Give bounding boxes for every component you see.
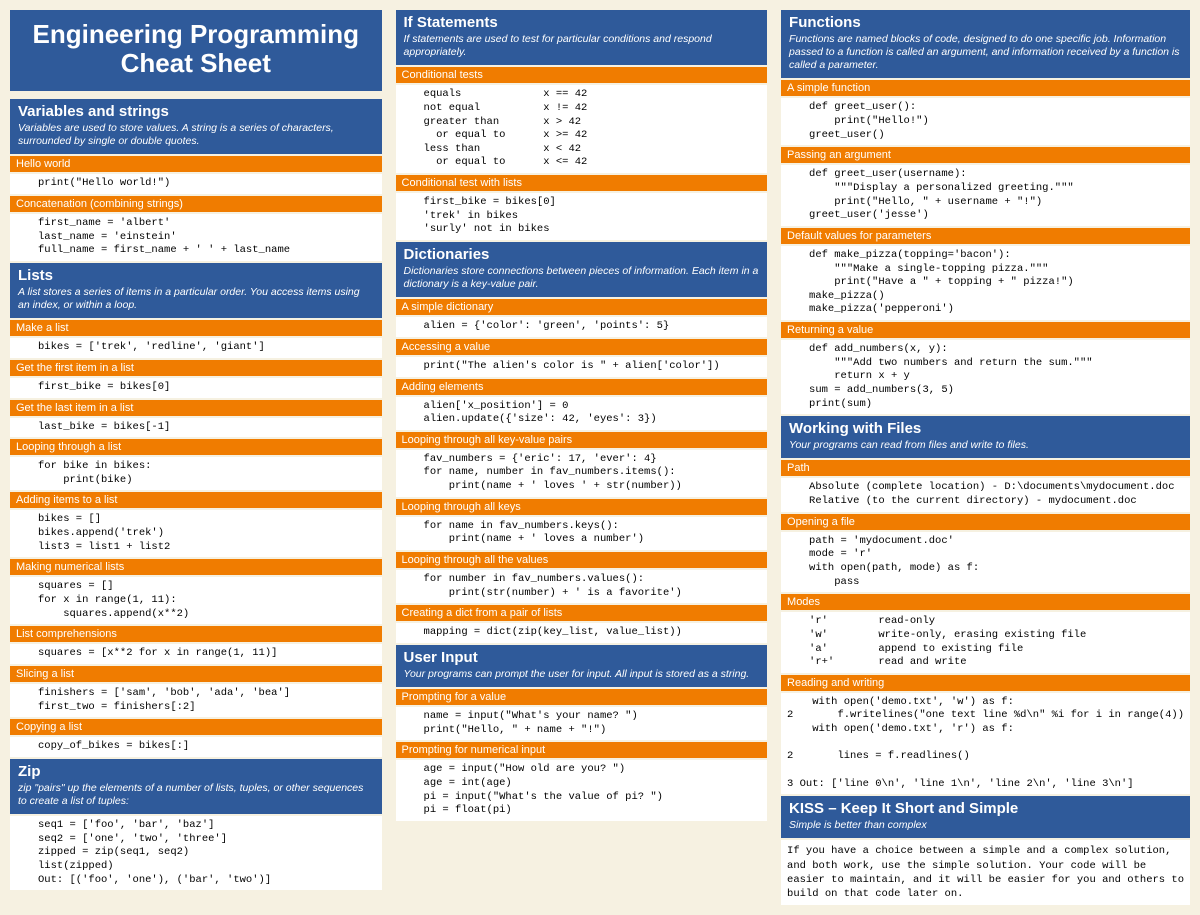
section-title: Working with Files: [789, 420, 1182, 437]
sub-kv-loop: Looping through all key-value pairs: [396, 432, 768, 448]
section-dict: Dictionaries Dictionaries store connecti…: [396, 242, 768, 297]
code-simple-dict: alien = {'color': 'green', 'points': 5}: [396, 317, 768, 337]
sub-return: Returning a value: [781, 322, 1190, 338]
code-first-item: first_bike = bikes[0]: [10, 378, 382, 398]
section-functions: Functions Functions are named blocks of …: [781, 10, 1190, 78]
section-desc: zip "pairs" up the elements of a number …: [18, 782, 374, 808]
section-variables: Variables and strings Variables are used…: [10, 99, 382, 154]
code-simple-fn: def greet_user(): print("Hello!") greet_…: [781, 98, 1190, 145]
code-path: Absolute (complete location) - D:\docume…: [781, 478, 1190, 511]
section-title: KISS – Keep It Short and Simple: [789, 800, 1182, 817]
sub-dict-pair: Creating a dict from a pair of lists: [396, 605, 768, 621]
sub-cond-tests: Conditional tests: [396, 67, 768, 83]
column-3: Functions Functions are named blocks of …: [781, 10, 1190, 905]
section-title: Functions: [789, 14, 1182, 31]
section-if: If Statements If statements are used to …: [396, 10, 768, 65]
code-vals-loop: for number in fav_numbers.values(): prin…: [396, 570, 768, 603]
column-1: Engineering Programming Cheat Sheet Vari…: [10, 10, 382, 905]
section-desc: Your programs can prompt the user for in…: [404, 668, 760, 681]
sub-access: Accessing a value: [396, 339, 768, 355]
code-return: def add_numbers(x, y): """Add two number…: [781, 340, 1190, 414]
sub-concat: Concatenation (combining strings): [10, 196, 382, 212]
code-num-list: squares = [] for x in range(1, 11): squa…: [10, 577, 382, 624]
code-dict-pair: mapping = dict(zip(key_list, value_list)…: [396, 623, 768, 643]
sub-first-item: Get the first item in a list: [10, 360, 382, 376]
section-title: User Input: [404, 649, 760, 666]
section-title: Dictionaries: [404, 246, 760, 263]
section-desc: A list stores a series of items in a par…: [18, 286, 374, 312]
section-lists: Lists A list stores a series of items in…: [10, 263, 382, 318]
sub-loop-list: Looping through a list: [10, 439, 382, 455]
code-prompt-val: name = input("What's your name? ") print…: [396, 707, 768, 740]
code-loop-list: for bike in bikes: print(bike): [10, 457, 382, 490]
code-cond-lists: first_bike = bikes[0] 'trek' in bikes 's…: [396, 193, 768, 240]
section-title: Variables and strings: [18, 103, 374, 120]
sub-prompt-val: Prompting for a value: [396, 689, 768, 705]
sub-vals-loop: Looping through all the values: [396, 552, 768, 568]
code-make-list: bikes = ['trek', 'redline', 'giant']: [10, 338, 382, 358]
code-comp: squares = [x**2 for x in range(1, 11)]: [10, 644, 382, 664]
code-kv-loop: fav_numbers = {'eric': 17, 'ever': 4} fo…: [396, 450, 768, 497]
section-desc: Simple is better than complex: [789, 819, 1182, 832]
sub-copy: Copying a list: [10, 719, 382, 735]
code-arg: def greet_user(username): """Display a p…: [781, 165, 1190, 226]
sub-cond-lists: Conditional test with lists: [396, 175, 768, 191]
code-cond-tests: equals x == 42 not equal x != 42 greater…: [396, 85, 768, 173]
sub-last-item: Get the last item in a list: [10, 400, 382, 416]
title-box: Engineering Programming Cheat Sheet: [10, 10, 382, 91]
sub-add-elem: Adding elements: [396, 379, 768, 395]
code-open: path = 'mydocument.doc' mode = 'r' with …: [781, 532, 1190, 593]
kiss-body: If you have a choice between a simple an…: [781, 840, 1190, 905]
code-prompt-num: age = input("How old are you? ") age = i…: [396, 760, 768, 821]
section-zip: Zip zip "pairs" up the elements of a num…: [10, 759, 382, 814]
section-title: Zip: [18, 763, 374, 780]
sub-prompt-num: Prompting for numerical input: [396, 742, 768, 758]
sub-keys-loop: Looping through all keys: [396, 499, 768, 515]
section-files: Working with Files Your programs can rea…: [781, 416, 1190, 458]
sub-modes: Modes: [781, 594, 1190, 610]
code-slice: finishers = ['sam', 'bob', 'ada', 'bea']…: [10, 684, 382, 717]
section-desc: Dictionaries store connections between p…: [404, 265, 760, 291]
sub-simple-dict: A simple dictionary: [396, 299, 768, 315]
code-last-item: last_bike = bikes[-1]: [10, 418, 382, 438]
code-rw: with open('demo.txt', 'w') as f: 2 f.wri…: [781, 693, 1190, 794]
sub-make-list: Make a list: [10, 320, 382, 336]
sub-open: Opening a file: [781, 514, 1190, 530]
sub-rw: Reading and writing: [781, 675, 1190, 691]
code-modes: 'r' read-only 'w' write-only, erasing ex…: [781, 612, 1190, 673]
sub-slice: Slicing a list: [10, 666, 382, 682]
code-default: def make_pizza(topping='bacon'): """Make…: [781, 246, 1190, 320]
section-kiss: KISS – Keep It Short and Simple Simple i…: [781, 796, 1190, 838]
sub-num-list: Making numerical lists: [10, 559, 382, 575]
code-access: print("The alien's color is " + alien['c…: [396, 357, 768, 377]
code-add-elem: alien['x_position'] = 0 alien.update({'s…: [396, 397, 768, 430]
section-desc: Variables are used to store values. A st…: [18, 122, 374, 148]
section-desc: Your programs can read from files and wr…: [789, 439, 1182, 452]
section-title: If Statements: [404, 14, 760, 31]
sub-simple-fn: A simple function: [781, 80, 1190, 96]
page-title: Engineering Programming Cheat Sheet: [18, 20, 374, 77]
code-keys-loop: for name in fav_numbers.keys(): print(na…: [396, 517, 768, 550]
section-desc: Functions are named blocks of code, desi…: [789, 33, 1182, 72]
code-add-list: bikes = [] bikes.append('trek') list3 = …: [10, 510, 382, 557]
section-desc: If statements are used to test for parti…: [404, 33, 760, 59]
column-2: If Statements If statements are used to …: [396, 10, 768, 905]
section-title: Lists: [18, 267, 374, 284]
section-input: User Input Your programs can prompt the …: [396, 645, 768, 687]
sub-default: Default values for parameters: [781, 228, 1190, 244]
sub-path: Path: [781, 460, 1190, 476]
cheat-sheet: Engineering Programming Cheat Sheet Vari…: [10, 10, 1190, 905]
sub-comp: List comprehensions: [10, 626, 382, 642]
sub-arg: Passing an argument: [781, 147, 1190, 163]
sub-hello: Hello world: [10, 156, 382, 172]
code-hello: print("Hello world!"): [10, 174, 382, 194]
code-zip: seq1 = ['foo', 'bar', 'baz'] seq2 = ['on…: [10, 816, 382, 890]
code-copy: copy_of_bikes = bikes[:]: [10, 737, 382, 757]
code-concat: first_name = 'albert' last_name = 'einst…: [10, 214, 382, 261]
sub-add-list: Adding items to a list: [10, 492, 382, 508]
